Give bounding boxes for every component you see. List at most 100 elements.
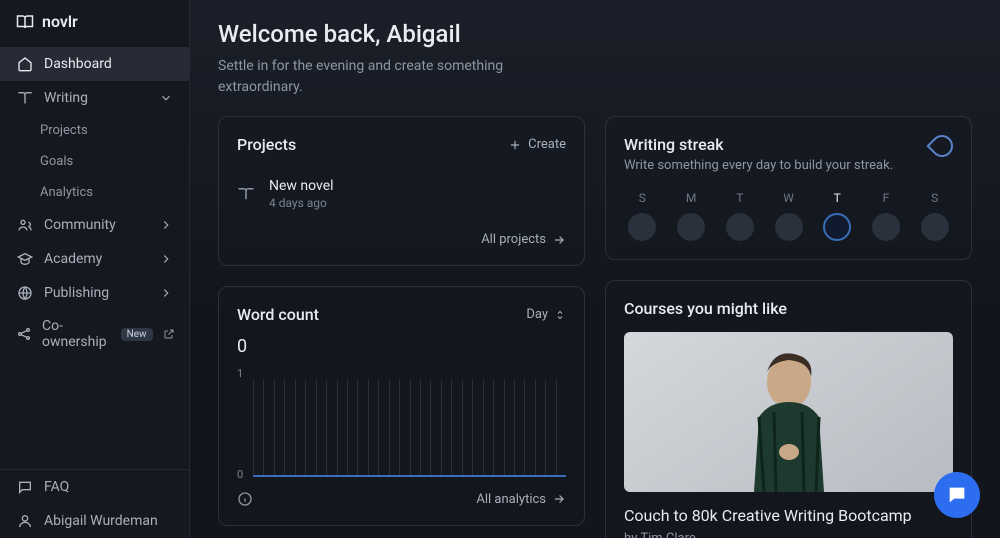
nav-label: Academy [44,251,102,267]
all-analytics-link[interactable]: All analytics [476,492,566,507]
chat-button[interactable] [934,472,980,518]
streak-day: M [673,191,710,241]
plus-icon [508,138,522,152]
streak-day: T [721,191,758,241]
graduation-cap-icon [16,250,34,268]
create-label: Create [528,137,566,152]
day-label: S [931,191,938,205]
projects-card: Projects Create New novel 4 days ago [218,116,585,266]
day-label: T [736,191,743,205]
page-title: Welcome back, Abigail [218,20,972,48]
projects-title: Projects [237,135,296,154]
welcome-block: Welcome back, Abigail Settle in for the … [218,20,972,98]
sidebar-item-faq[interactable]: FAQ [0,470,189,504]
sidebar-bottom: FAQ Abigail Wurdeman [0,469,189,538]
period-select[interactable]: Day [526,307,566,322]
nav-label: Abigail Wurdeman [44,513,158,529]
book-icon [16,89,34,107]
chart-y-bottom: 0 [237,468,243,481]
sidebar-item-writing[interactable]: Writing [0,81,189,115]
streak-day: S [624,191,661,241]
day-label: W [783,191,794,205]
wordcount-chart: 1 0 [253,367,566,477]
chart-y-top: 1 [237,367,243,380]
sidebar-item-dashboard[interactable]: Dashboard [0,47,189,81]
day-circle [823,213,851,241]
arrow-right-icon [552,233,566,247]
create-project-button[interactable]: Create [508,137,566,152]
users-icon [16,216,34,234]
nav-label: Publishing [44,285,109,301]
home-icon [16,55,34,73]
user-icon [16,512,34,530]
day-circle [872,213,900,241]
sidebar-item-publishing[interactable]: Publishing [0,276,189,310]
day-circle [677,213,705,241]
streak-card: Writing streak Write something every day… [605,116,972,260]
nav-label: Writing [44,90,88,106]
chevron-right-icon [159,252,173,266]
share-icon [16,325,32,343]
chart-grid [253,367,566,477]
page-subtitle: Settle in for the evening and create som… [218,56,558,98]
streak-day: F [868,191,905,241]
main-content: Welcome back, Abigail Settle in for the … [190,0,1000,538]
streak-subtitle: Write something every day to build your … [624,158,893,173]
day-circle [628,213,656,241]
streak-days: SMTWTFS [624,191,953,241]
day-circle [775,213,803,241]
chevron-right-icon [159,286,173,300]
nav-label: Community [44,217,116,233]
courses-title: Courses you might like [624,299,953,318]
nav-label: FAQ [44,479,69,495]
wordcount-title: Word count [237,305,319,324]
project-meta: 4 days ago [269,196,334,210]
book-open-icon [237,185,255,203]
streak-day: W [770,191,807,241]
book-open-icon [16,13,34,31]
wordcount-card: Word count Day 0 1 0 [218,286,585,526]
sidebar-item-academy[interactable]: Academy [0,242,189,276]
sidebar: novlr Dashboard Writing Projects Goals A… [0,0,190,538]
sidebar-item-coownership[interactable]: Co-ownership New [0,310,189,358]
sidebar-item-goals[interactable]: Goals [0,146,189,177]
day-label: M [686,191,696,205]
sort-icon [554,309,566,321]
sidebar-item-analytics[interactable]: Analytics [0,177,189,208]
nav-label: Co-ownership [42,318,107,350]
day-label: T [834,191,841,205]
person-illustration [724,342,854,492]
message-icon [16,478,34,496]
new-badge: New [121,328,153,341]
course-title: Couch to 80k Creative Writing Bootcamp [624,506,953,525]
external-link-icon [163,328,175,340]
sidebar-item-user[interactable]: Abigail Wurdeman [0,504,189,538]
sidebar-item-projects[interactable]: Projects [0,115,189,146]
streak-day: T [819,191,856,241]
courses-card: Courses you might like Couch to 80k Crea… [605,280,972,538]
flame-icon [926,130,957,161]
chevron-right-icon [159,218,173,232]
brand-logo[interactable]: novlr [0,0,189,43]
sidebar-item-community[interactable]: Community [0,208,189,242]
day-label: S [639,191,646,205]
globe-icon [16,284,34,302]
streak-day: S [916,191,953,241]
wordcount-value: 0 [237,336,566,357]
info-icon[interactable] [237,491,253,507]
day-label: F [883,191,890,205]
arrow-right-icon [552,492,566,506]
brand-name: novlr [42,12,78,31]
course-image[interactable] [624,332,953,492]
day-circle [921,213,949,241]
project-title: New novel [269,178,334,194]
chevron-down-icon [159,91,173,105]
project-item[interactable]: New novel 4 days ago [237,168,566,220]
all-projects-link[interactable]: All projects [237,232,566,247]
nav-list: Dashboard Writing Projects Goals Analyti… [0,43,189,469]
chat-icon [946,484,968,506]
nav-label: Dashboard [44,56,112,72]
course-author: by Tim Clare [624,531,953,538]
day-circle [726,213,754,241]
streak-title: Writing streak [624,135,893,154]
